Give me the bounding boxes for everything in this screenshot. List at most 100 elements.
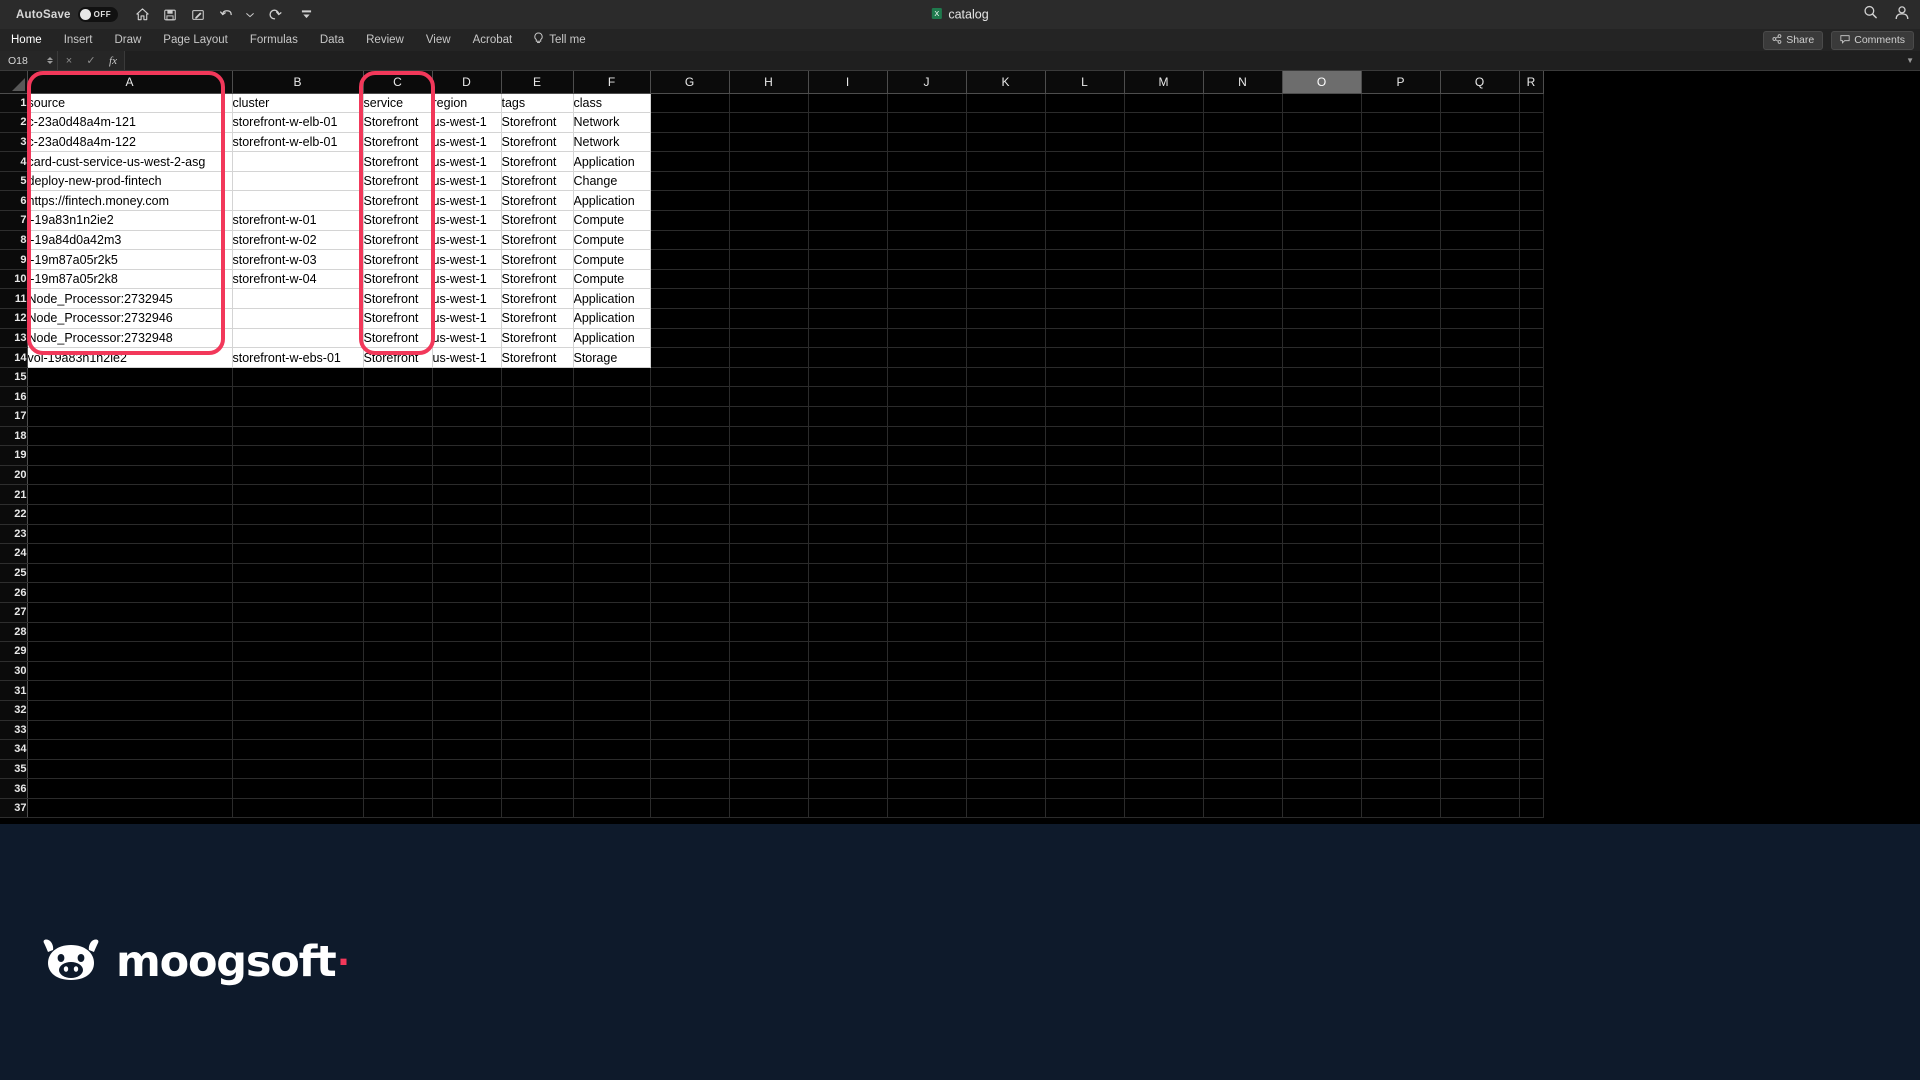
cell-D29[interactable] — [432, 641, 502, 662]
cell-B2[interactable]: storefront-w-elb-01 — [232, 112, 364, 133]
share-button[interactable]: Share — [1763, 30, 1824, 50]
cell-R20[interactable] — [1519, 465, 1544, 486]
cell-B9[interactable]: storefront-w-03 — [232, 249, 364, 270]
cell-A11[interactable]: Node_Processor:2732945 — [27, 288, 233, 310]
cell-R1[interactable] — [1519, 93, 1544, 114]
cell-Q3[interactable] — [1440, 132, 1520, 153]
cell-R4[interactable] — [1519, 151, 1544, 172]
cell-C19[interactable] — [363, 445, 433, 466]
cell-B6[interactable] — [232, 190, 364, 212]
cell-O11[interactable] — [1282, 288, 1362, 310]
cell-Q33[interactable] — [1440, 720, 1520, 741]
cell-D9[interactable]: us-west-1 — [432, 249, 502, 270]
cell-R17[interactable] — [1519, 406, 1544, 427]
cell-I9[interactable] — [808, 249, 888, 270]
cell-K36[interactable] — [966, 778, 1046, 799]
cell-A18[interactable] — [27, 426, 233, 447]
table-row[interactable]: 9 i-19m87a05r2k5 storefront-w-03 Storefront… — [0, 249, 1544, 270]
cell-Q35[interactable] — [1440, 759, 1520, 780]
cell-Q19[interactable] — [1440, 445, 1520, 466]
row-header-27[interactable]: 27 — [0, 602, 28, 623]
cell-I16[interactable] — [808, 386, 888, 407]
cell-J5[interactable] — [887, 171, 967, 192]
cell-L14[interactable] — [1045, 347, 1125, 368]
cell-H31[interactable] — [729, 680, 809, 701]
comments-button[interactable]: Comments — [1831, 30, 1914, 50]
cell-C12[interactable]: Storefront — [363, 308, 433, 329]
cell-D21[interactable] — [432, 484, 502, 505]
tab-review[interactable]: Review — [355, 29, 415, 51]
cell-F11[interactable]: Application — [573, 288, 651, 310]
cell-M16[interactable] — [1124, 386, 1204, 407]
cell-R27[interactable] — [1519, 602, 1544, 623]
cell-E28[interactable] — [501, 622, 574, 643]
cell-R10[interactable] — [1519, 269, 1544, 290]
cell-O10[interactable] — [1282, 269, 1362, 290]
cell-Q20[interactable] — [1440, 465, 1520, 486]
cell-E9[interactable]: Storefront — [501, 249, 574, 270]
cell-F6[interactable]: Application — [573, 190, 651, 212]
cell-F9[interactable]: Compute — [573, 249, 651, 270]
cell-A24[interactable] — [27, 543, 233, 564]
cell-N27[interactable] — [1203, 602, 1283, 623]
cell-B31[interactable] — [232, 680, 364, 701]
search-icon[interactable] — [1863, 5, 1878, 25]
cell-H17[interactable] — [729, 406, 809, 427]
cell-A37[interactable] — [27, 798, 233, 819]
cell-H16[interactable] — [729, 386, 809, 407]
tab-home[interactable]: Home — [0, 29, 53, 51]
cell-I15[interactable] — [808, 367, 888, 388]
cell-M32[interactable] — [1124, 700, 1204, 721]
cell-K20[interactable] — [966, 465, 1046, 486]
cell-P24[interactable] — [1361, 543, 1441, 564]
cell-E23[interactable] — [501, 524, 574, 545]
cell-E15[interactable] — [501, 367, 574, 388]
cell-M27[interactable] — [1124, 602, 1204, 623]
edit-icon[interactable] — [190, 6, 207, 23]
cell-Q6[interactable] — [1440, 190, 1520, 212]
cell-I24[interactable] — [808, 543, 888, 564]
column-header-j[interactable]: J — [887, 71, 967, 94]
cell-F34[interactable] — [573, 739, 651, 760]
table-row[interactable]: 17 — [0, 406, 1544, 427]
cell-L33[interactable] — [1045, 720, 1125, 741]
cell-F2[interactable]: Network — [573, 112, 651, 133]
tab-draw[interactable]: Draw — [103, 29, 152, 51]
cell-P36[interactable] — [1361, 778, 1441, 799]
cell-R14[interactable] — [1519, 347, 1544, 368]
column-header-l[interactable]: L — [1045, 71, 1125, 94]
cell-P9[interactable] — [1361, 249, 1441, 270]
cell-B14[interactable]: storefront-w-ebs-01 — [232, 347, 364, 368]
cell-B25[interactable] — [232, 563, 364, 584]
cell-E4[interactable]: Storefront — [501, 151, 574, 172]
cell-D23[interactable] — [432, 524, 502, 545]
cell-A32[interactable] — [27, 700, 233, 721]
cell-B33[interactable] — [232, 720, 364, 741]
cancel-formula-button[interactable]: × — [58, 55, 80, 67]
column-header-m[interactable]: M — [1124, 71, 1204, 94]
cell-N33[interactable] — [1203, 720, 1283, 741]
cell-B3[interactable]: storefront-w-elb-01 — [232, 132, 364, 153]
cell-N34[interactable] — [1203, 739, 1283, 760]
cell-D37[interactable] — [432, 798, 502, 819]
cell-I19[interactable] — [808, 445, 888, 466]
cell-N16[interactable] — [1203, 386, 1283, 407]
cell-K24[interactable] — [966, 543, 1046, 564]
cell-B20[interactable] — [232, 465, 364, 486]
cell-M35[interactable] — [1124, 759, 1204, 780]
cell-O13[interactable] — [1282, 328, 1362, 349]
cell-N24[interactable] — [1203, 543, 1283, 564]
row-header-12[interactable]: 12 — [0, 308, 28, 329]
table-row[interactable]: 26 — [0, 582, 1544, 603]
cell-B36[interactable] — [232, 778, 364, 799]
cell-O1[interactable] — [1282, 93, 1362, 114]
column-header-f[interactable]: F — [573, 71, 651, 94]
cell-Q13[interactable] — [1440, 328, 1520, 349]
cell-Q30[interactable] — [1440, 661, 1520, 682]
cell-O24[interactable] — [1282, 543, 1362, 564]
cell-O3[interactable] — [1282, 132, 1362, 153]
cell-I2[interactable] — [808, 112, 888, 133]
cell-R6[interactable] — [1519, 190, 1544, 212]
cell-E12[interactable]: Storefront — [501, 308, 574, 329]
cell-L21[interactable] — [1045, 484, 1125, 505]
